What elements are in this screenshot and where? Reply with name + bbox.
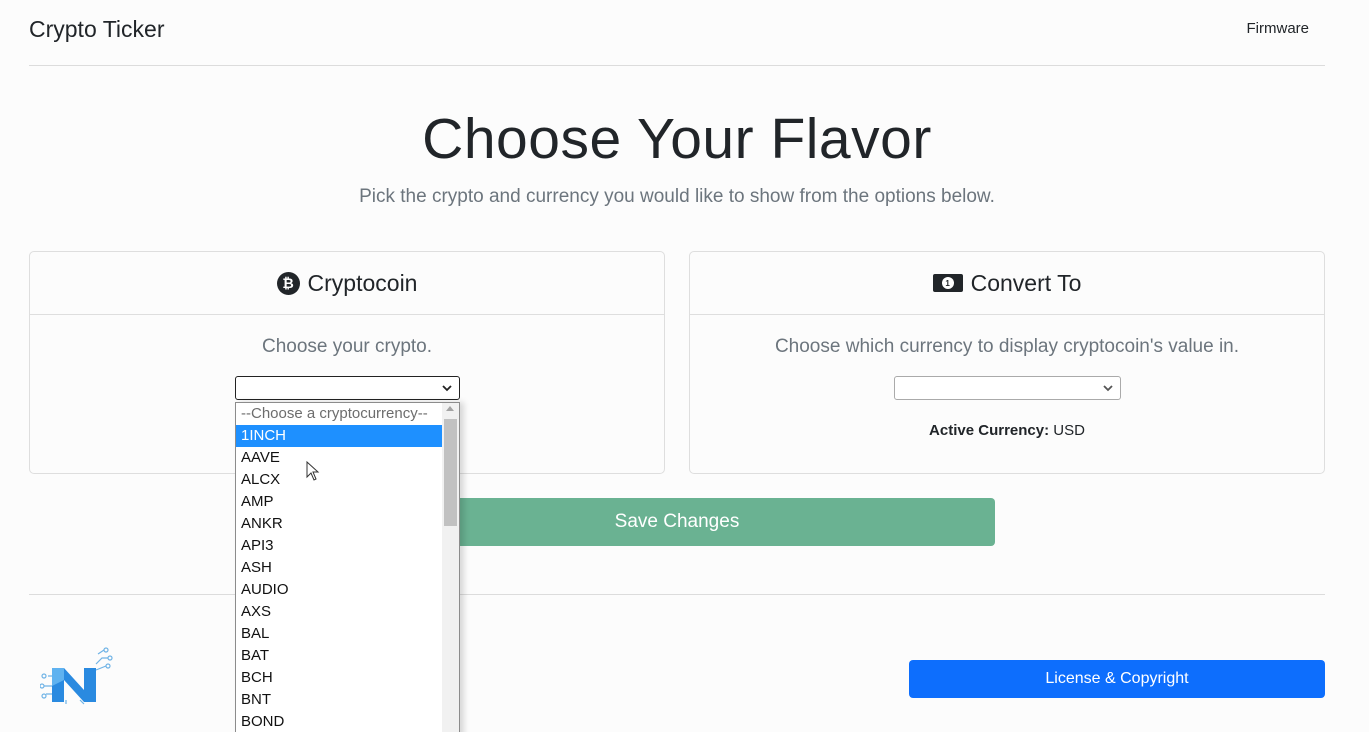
dropdown-option[interactable]: ALCX [236,469,443,491]
header-divider [29,65,1325,66]
scroll-up-arrow-icon[interactable] [446,406,454,411]
mouse-pointer-icon [306,461,320,481]
dropdown-option[interactable]: AUDIO [236,579,443,601]
cash-icon: 1 [932,274,963,292]
brand-title[interactable]: Crypto Ticker [29,16,164,43]
cryptocoin-card-text: Choose your crypto. [261,336,433,357]
dropdown-option[interactable]: BAT [236,645,443,667]
dropdown-option[interactable]: AMP [236,491,443,513]
convert-to-card-text: Choose which currency to display cryptoc… [774,336,1240,357]
dropdown-placeholder-option[interactable]: --Choose a cryptocurrency-- [236,403,443,425]
scrollbar-thumb[interactable] [444,419,457,526]
dropdown-option[interactable]: BNT [236,689,443,711]
dropdown-option[interactable]: 1INCH [236,425,443,447]
chevron-down-icon [442,385,452,392]
dropdown-option[interactable]: BOND [236,711,443,732]
chevron-down-icon [1103,385,1113,392]
dropdown-option[interactable]: ANKR [236,513,443,535]
cryptocoin-card-header: ₿ Cryptocoin [30,252,664,315]
crypto-dropdown-list[interactable]: --Choose a cryptocurrency-- 1INCH AAVE A… [235,402,460,732]
active-currency-label: Active Currency: [929,422,1050,439]
convert-to-card: 1 Convert To Choose which currency to di… [689,251,1325,474]
bitcoin-icon: ₿ [276,271,300,295]
active-currency: Active Currency: USD [690,422,1324,439]
nav-firmware-link[interactable]: Firmware [1247,20,1310,37]
dropdown-scrollbar[interactable] [442,403,459,732]
page-title: Choose Your Flavor [422,107,932,171]
dropdown-option[interactable]: ASH [236,557,443,579]
crypto-select[interactable] [235,376,460,400]
page-subtitle: Pick the crypto and currency you would l… [359,186,995,207]
logo [40,647,113,705]
license-copyright-button[interactable]: License & Copyright [909,660,1325,698]
active-currency-value: USD [1053,422,1085,439]
dropdown-option[interactable]: AAVE [236,447,443,469]
cryptocoin-card-title: Cryptocoin [307,269,418,296]
dropdown-option[interactable]: API3 [236,535,443,557]
footer-divider [29,594,1325,595]
dropdown-option[interactable]: BAL [236,623,443,645]
convert-to-card-header: 1 Convert To [690,252,1324,315]
dropdown-option[interactable]: AXS [236,601,443,623]
dropdown-option[interactable]: BCH [236,667,443,689]
convert-to-card-title: Convert To [970,269,1082,296]
page: Crypto Ticker Firmware Choose Your Flavo… [0,0,1369,732]
currency-select[interactable] [894,376,1121,400]
